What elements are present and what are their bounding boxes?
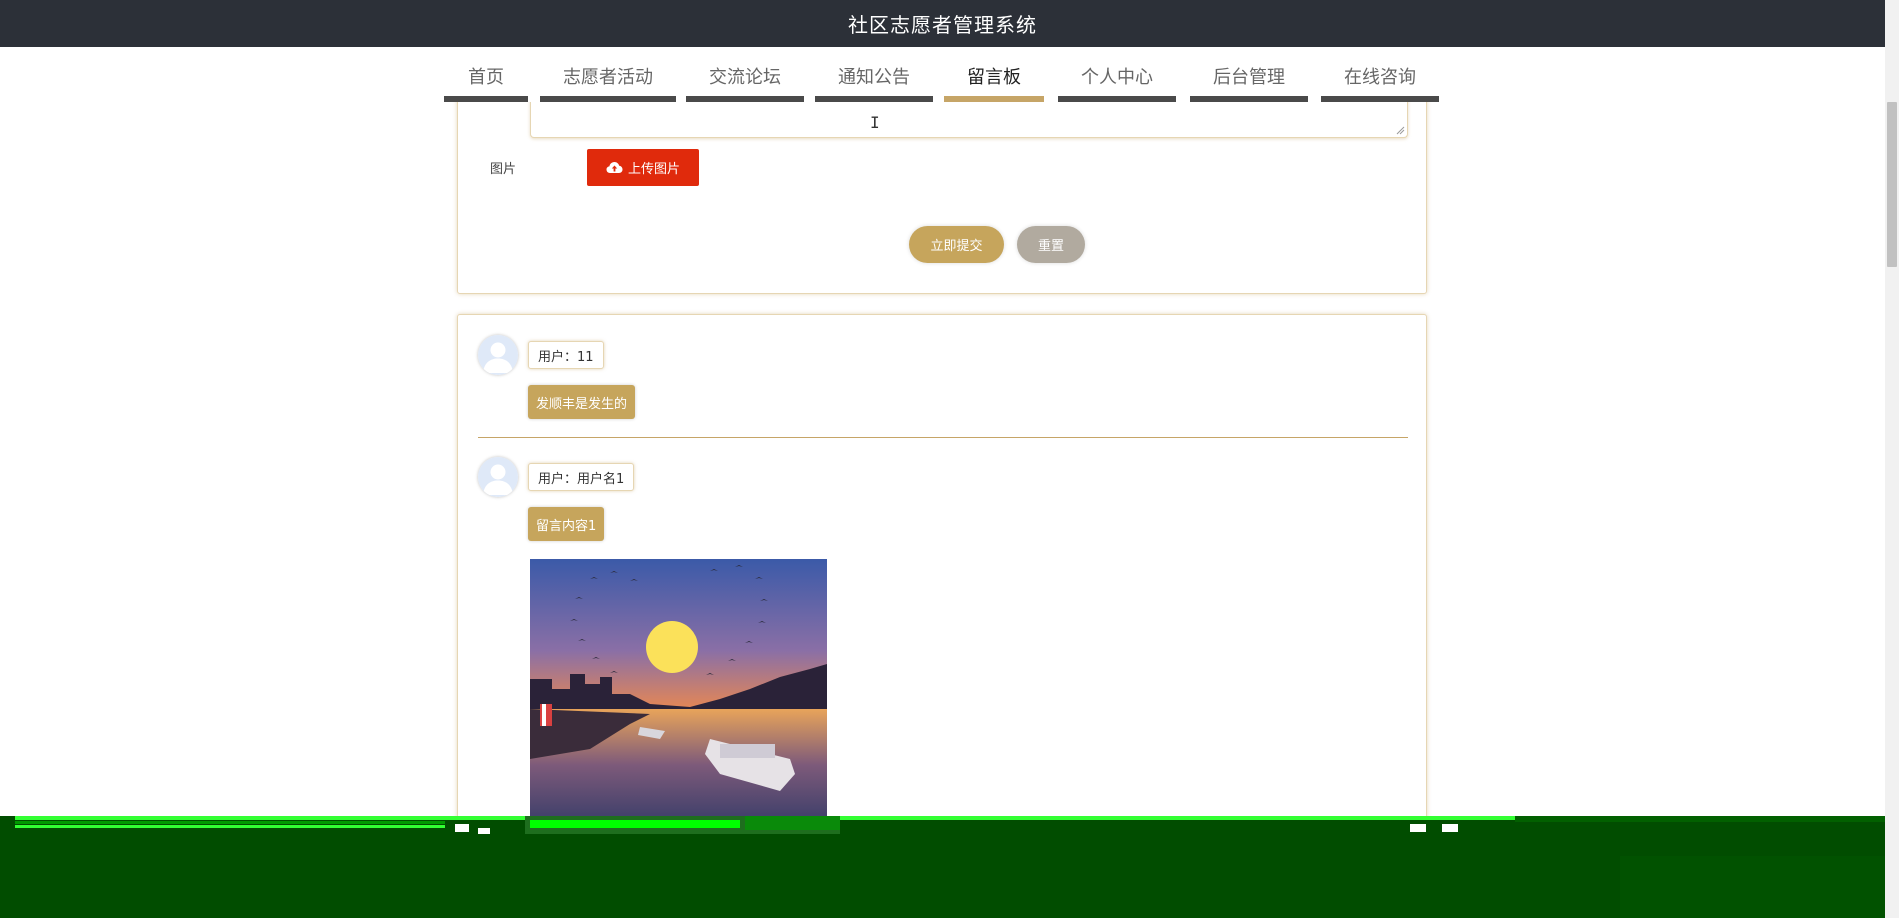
nav-item-home[interactable]: 首页 xyxy=(444,47,528,102)
message-user: 用户：11 xyxy=(528,341,604,369)
main-content: Ι 图片 上传图片 立即提交 重置 用户：11 发顺丰是发生的 用户：用户名1 … xyxy=(0,102,1885,816)
resize-grip-icon[interactable] xyxy=(1395,125,1405,135)
list-item: 用户：11 发顺丰是发生的 xyxy=(478,335,1408,419)
user-avatar-icon xyxy=(478,335,518,375)
nav-item-volunteer-activities[interactable]: 志愿者活动 xyxy=(540,47,676,102)
message-content: 发顺丰是发生的 xyxy=(528,385,636,419)
avatar xyxy=(478,457,518,497)
screen-glitch-region xyxy=(0,816,1899,918)
message-user: 用户：用户名1 xyxy=(528,463,635,491)
user-avatar-icon xyxy=(478,457,518,497)
nav-item-notices[interactable]: 通知公告 xyxy=(815,47,933,102)
image-field-label: 图片 xyxy=(490,162,517,177)
nav-item-personal-center[interactable]: 个人中心 xyxy=(1058,47,1176,102)
reset-button[interactable]: 重置 xyxy=(1017,226,1085,263)
text-cursor-icon: Ι xyxy=(870,113,880,132)
submit-button[interactable]: 立即提交 xyxy=(909,226,1004,263)
avatar xyxy=(478,335,518,375)
app-title: 社区志愿者管理系统 xyxy=(848,13,1037,37)
app-title-bar: 社区志愿者管理系统 xyxy=(0,0,1885,47)
nav-item-forum[interactable]: 交流论坛 xyxy=(686,47,804,102)
nav-item-message-board[interactable]: 留言板 xyxy=(944,47,1044,102)
message-image xyxy=(530,559,827,816)
scrollbar-thumb[interactable] xyxy=(1887,102,1897,267)
message-textarea[interactable] xyxy=(530,102,1408,138)
list-item: 用户：用户名1 留言内容1 xyxy=(478,457,1408,816)
message-content: 留言内容1 xyxy=(528,507,605,541)
sunset-river-image xyxy=(530,559,827,816)
glitch-artifact xyxy=(0,816,1899,918)
upload-image-label: 上传图片 xyxy=(627,162,680,177)
nav-item-admin[interactable]: 后台管理 xyxy=(1190,47,1308,102)
vertical-scrollbar[interactable] xyxy=(1885,0,1899,918)
message-divider xyxy=(478,437,1408,438)
message-form-card: Ι 图片 上传图片 立即提交 重置 xyxy=(457,102,1427,294)
main-nav: 首页 志愿者活动 交流论坛 通知公告 留言板 个人中心 后台管理 在线咨询 xyxy=(0,47,1885,102)
nav-item-online-consult[interactable]: 在线咨询 xyxy=(1321,47,1439,102)
message-list-card: 用户：11 发顺丰是发生的 用户：用户名1 留言内容1 xyxy=(457,314,1427,816)
upload-image-button[interactable]: 上传图片 xyxy=(587,149,699,186)
cloud-upload-icon xyxy=(606,162,623,173)
